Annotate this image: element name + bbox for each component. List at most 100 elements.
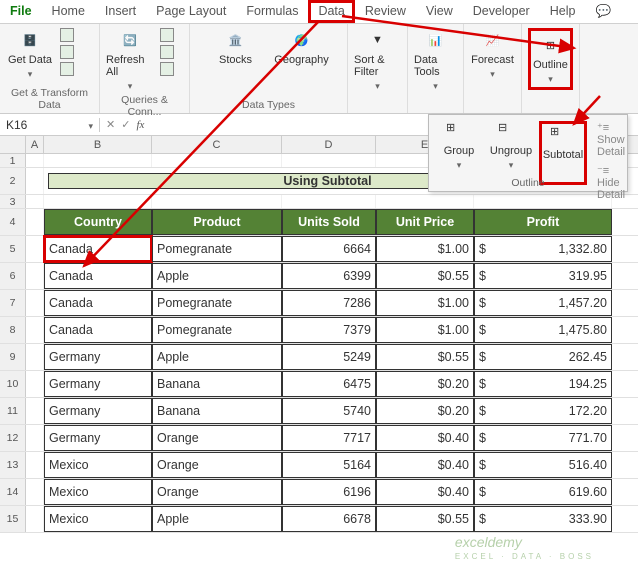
cell-units[interactable]: 6678	[282, 506, 376, 532]
tab-home[interactable]: Home	[42, 0, 95, 23]
cell-units[interactable]: 7286	[282, 290, 376, 316]
cell-product[interactable]: Pomegranate	[152, 290, 282, 316]
cell-price[interactable]: $0.20	[376, 398, 474, 424]
cell[interactable]	[282, 195, 376, 208]
cell-price[interactable]: $0.40	[376, 452, 474, 478]
get-data-button[interactable]: 🗄️ Get Data	[6, 28, 54, 80]
row-header[interactable]: 15	[0, 506, 26, 532]
col-header-c[interactable]: C	[152, 136, 282, 153]
row-header[interactable]: 1	[0, 154, 26, 167]
cell-units[interactable]: 5249	[282, 344, 376, 370]
tab-page-layout[interactable]: Page Layout	[146, 0, 236, 23]
cell-units[interactable]: 6475	[282, 371, 376, 397]
cell-units[interactable]: 6399	[282, 263, 376, 289]
select-all-corner[interactable]	[0, 136, 26, 153]
cell-country[interactable]: Canada	[44, 290, 152, 316]
cell-product[interactable]: Pomegranate	[152, 317, 282, 343]
cell-profit[interactable]: $194.25	[474, 371, 612, 397]
tab-review[interactable]: Review	[355, 0, 416, 23]
tab-developer[interactable]: Developer	[463, 0, 540, 23]
cell[interactable]	[44, 195, 152, 208]
cell-product[interactable]: Orange	[152, 425, 282, 451]
tab-help[interactable]: Help	[540, 0, 586, 23]
cell-profit[interactable]: $771.70	[474, 425, 612, 451]
tab-formulas[interactable]: Formulas	[236, 0, 308, 23]
cell[interactable]	[26, 209, 44, 235]
cell-country[interactable]: Mexico	[44, 452, 152, 478]
from-table-icon[interactable]	[60, 62, 74, 76]
cell-country[interactable]: Germany	[44, 398, 152, 424]
cell-price[interactable]: $0.55	[376, 344, 474, 370]
cell-product[interactable]: Apple	[152, 263, 282, 289]
cell[interactable]	[26, 371, 44, 397]
cell-profit[interactable]: $1,457.20	[474, 290, 612, 316]
queries-icon[interactable]	[160, 28, 174, 42]
cell[interactable]	[26, 290, 44, 316]
tab-view[interactable]: View	[416, 0, 463, 23]
cell-product[interactable]: Banana	[152, 371, 282, 397]
cell-profit[interactable]: $1,475.80	[474, 317, 612, 343]
properties-icon[interactable]	[160, 45, 174, 59]
cell-units[interactable]: 7379	[282, 317, 376, 343]
cell-profit[interactable]: $262.45	[474, 344, 612, 370]
cell[interactable]	[26, 506, 44, 532]
row-header[interactable]: 10	[0, 371, 26, 397]
ungroup-button[interactable]: ⊟ Ungroup	[487, 121, 535, 185]
enter-icon[interactable]: ✓	[121, 118, 130, 131]
col-header-a[interactable]: A	[26, 136, 44, 153]
cell-profit[interactable]: $619.60	[474, 479, 612, 505]
cell-price[interactable]: $1.00	[376, 317, 474, 343]
header-country[interactable]: Country	[44, 209, 152, 235]
cell[interactable]	[26, 452, 44, 478]
cell-product[interactable]: Banana	[152, 398, 282, 424]
cell-country[interactable]: Mexico	[44, 479, 152, 505]
row-header[interactable]: 9	[0, 344, 26, 370]
cell-product[interactable]: Orange	[152, 452, 282, 478]
cell[interactable]	[26, 479, 44, 505]
cell-units[interactable]: 5164	[282, 452, 376, 478]
subtotal-button[interactable]: ⊞ Subtotal	[539, 121, 587, 185]
cell[interactable]	[26, 236, 44, 262]
show-detail-button[interactable]: ⁺≡ Show Detail	[597, 121, 625, 158]
cell-country[interactable]: Canada	[44, 263, 152, 289]
cell[interactable]	[26, 398, 44, 424]
cell-price[interactable]: $1.00	[376, 290, 474, 316]
cell-profit[interactable]: $172.20	[474, 398, 612, 424]
tab-file[interactable]: File	[0, 0, 42, 23]
cell[interactable]	[26, 425, 44, 451]
cell-country[interactable]: Germany	[44, 425, 152, 451]
cell-price[interactable]: $0.55	[376, 506, 474, 532]
col-header-b[interactable]: B	[44, 136, 152, 153]
cell-price[interactable]: $1.00	[376, 236, 474, 262]
row-header[interactable]: 4	[0, 209, 26, 235]
data-tools-button[interactable]: 📊 Data Tools	[414, 28, 457, 92]
cell[interactable]	[152, 154, 282, 167]
cancel-icon[interactable]: ✕	[106, 118, 115, 131]
tab-data[interactable]: Data	[308, 0, 354, 23]
sort-filter-button[interactable]: ▼ Sort & Filter	[354, 28, 401, 92]
refresh-all-button[interactable]: 🔄 Refresh All	[106, 28, 154, 92]
cell-units[interactable]: 6664	[282, 236, 376, 262]
cell-country[interactable]: Germany	[44, 371, 152, 397]
cell[interactable]	[26, 195, 44, 208]
cell-price[interactable]: $0.20	[376, 371, 474, 397]
cell[interactable]	[26, 263, 44, 289]
from-web-icon[interactable]	[60, 45, 74, 59]
row-header[interactable]: 2	[0, 168, 26, 194]
cell-price[interactable]: $0.55	[376, 263, 474, 289]
row-header[interactable]: 12	[0, 425, 26, 451]
cell[interactable]	[44, 154, 152, 167]
group-rows-button[interactable]: ⊞ Group	[435, 121, 483, 185]
stocks-button[interactable]: 🏛️ Stocks	[212, 28, 260, 66]
cell-product[interactable]: Apple	[152, 506, 282, 532]
cell-country[interactable]: Canada	[44, 236, 152, 262]
header-profit[interactable]: Profit	[474, 209, 612, 235]
cell-product[interactable]: Pomegranate	[152, 236, 282, 262]
cell-price[interactable]: $0.40	[376, 425, 474, 451]
row-header[interactable]: 14	[0, 479, 26, 505]
outline-button[interactable]: ⊞ Outline	[533, 33, 568, 85]
cell-profit[interactable]: $1,332.80	[474, 236, 612, 262]
row-header[interactable]: 5	[0, 236, 26, 262]
geography-button[interactable]: 🌍 Geography	[278, 28, 326, 66]
header-product[interactable]: Product	[152, 209, 282, 235]
